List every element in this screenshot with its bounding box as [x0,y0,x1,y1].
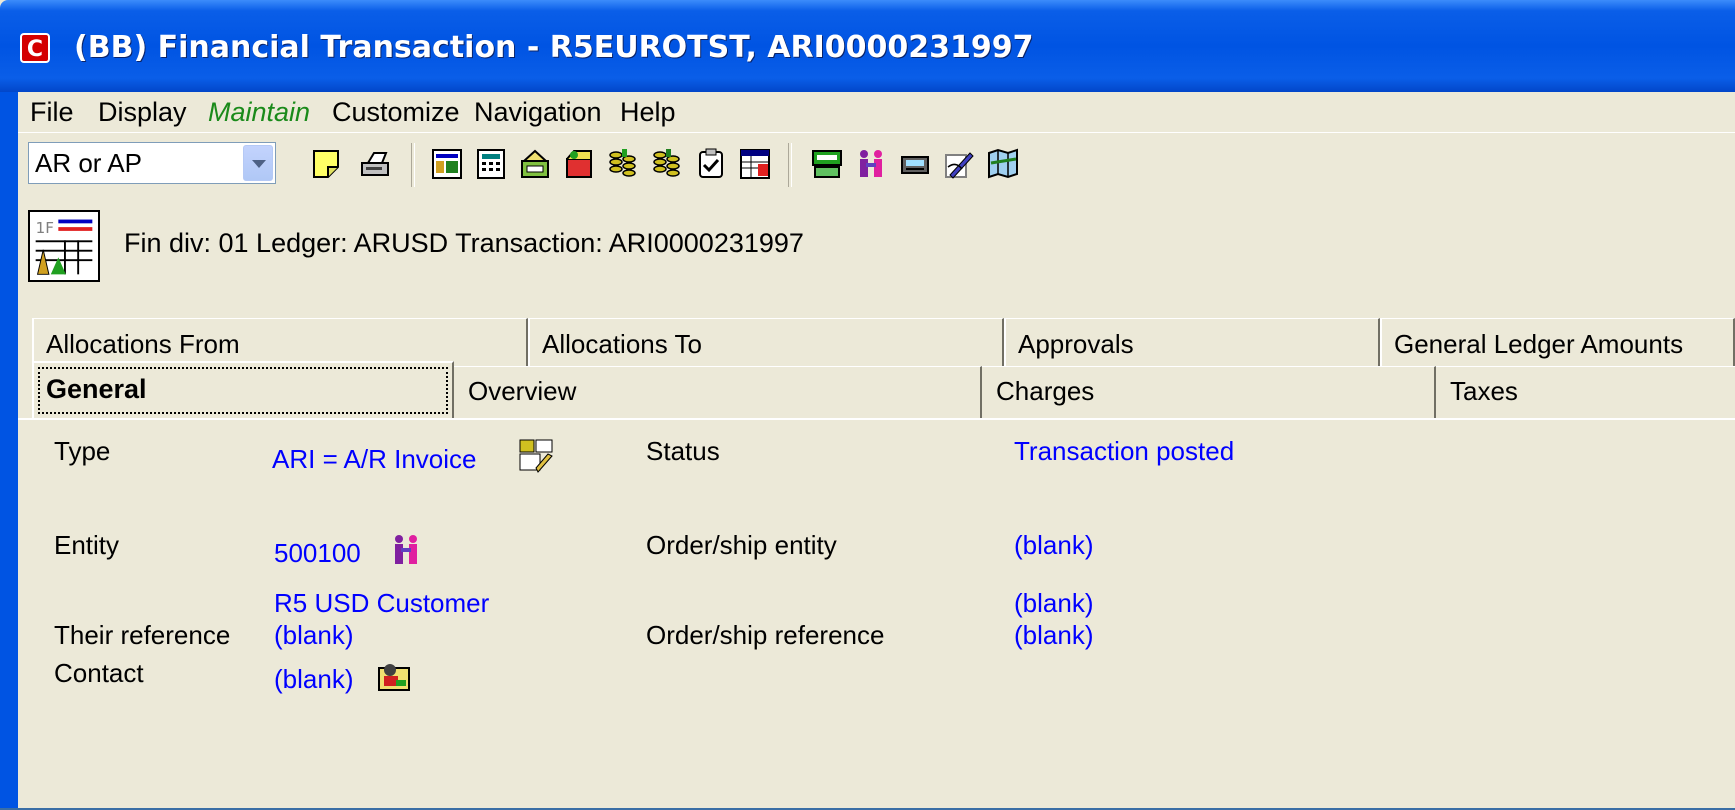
note-icon[interactable] [310,147,344,181]
menu-bar: File Display Maintain Customize Navigati… [18,92,1735,132]
tab-allocations-from-label: Allocations From [46,329,240,359]
svg-text:1F: 1F [36,219,54,237]
financial-document-icon: 1F [28,210,100,282]
report-icon[interactable] [430,147,464,181]
menu-maintain[interactable]: Maintain [208,92,310,132]
tab-taxes-label: Taxes [1450,376,1518,406]
transaction-header: 1F Fin div: 01 Ledger: ARUSD Transaction… [18,192,1735,302]
their-reference-label: Their reference [54,620,231,650]
map-icon[interactable] [986,147,1020,181]
transaction-type-icon[interactable] [518,438,554,474]
tab-general-label: General [38,367,448,414]
general-tab-panel: Type ARI = A/R Invoice Status Transactio… [18,418,1735,810]
calculator-icon[interactable] [474,147,508,181]
menu-navigation[interactable]: Navigation [474,92,602,132]
tab-general-ledger-amounts-label: General Ledger Amounts [1394,329,1684,359]
entity-people-icon[interactable] [388,532,424,568]
app-window: C (BB) Financial Transaction - R5EUROTST… [0,0,1735,808]
spreadsheet-icon[interactable] [738,147,772,181]
order-ship-entity-value: (blank) [1014,530,1094,560]
entity-label: Entity [54,530,120,560]
order-ship-reference-value: (blank) [1014,620,1094,650]
tab-charges[interactable]: Charges [982,366,1436,418]
box-icon[interactable] [562,147,596,181]
people-icon[interactable] [854,147,888,181]
tab-general-ledger-amounts[interactable]: General Ledger Amounts [1380,318,1735,368]
cash-register-icon[interactable] [518,147,552,181]
tab-overview-label: Overview [468,376,577,406]
print-icon[interactable] [358,147,392,181]
tab-approvals[interactable]: Approvals [1004,318,1380,368]
tab-general[interactable]: General [32,361,454,418]
coins-alt-icon[interactable] [650,147,684,181]
coins-icon[interactable] [606,147,640,181]
toolbar: AR or AP [18,132,1735,193]
type-value[interactable]: ARI = A/R Invoice [272,444,476,475]
order-ship-entity-label: Order/ship entity [646,530,837,560]
contact-card-icon[interactable] [376,658,412,694]
app-logo-icon[interactable]: C [20,33,50,63]
window-title: (BB) Financial Transaction - R5EUROTST, … [74,30,1034,65]
pen-icon[interactable] [942,147,976,181]
contact-label: Contact [54,658,144,688]
tab-approvals-label: Approvals [1018,329,1134,359]
terminal-icon[interactable] [810,147,844,181]
menu-help[interactable]: Help [620,92,676,132]
menu-customize[interactable]: Customize [332,92,460,132]
tab-overview[interactable]: Overview [454,366,982,418]
tab-taxes[interactable]: Taxes [1436,366,1735,418]
tab-allocations-to[interactable]: Allocations To [528,318,1004,368]
transaction-summary: Fin div: 01 Ledger: ARUSD Transaction: A… [124,228,804,258]
status-label: Status [646,436,720,466]
title-bar[interactable]: C (BB) Financial Transaction - R5EUROTST… [0,0,1735,92]
toolbar-separator [788,143,792,187]
menu-display[interactable]: Display [98,92,187,132]
checklist-icon[interactable] [694,147,728,181]
status-value: Transaction posted [1014,436,1235,466]
order-ship-reference-label: Order/ship reference [646,620,885,650]
contact-value: (blank) [274,664,354,694]
entity-value[interactable]: 500100 [274,538,361,569]
tab-allocations-to-label: Allocations To [542,329,702,359]
menu-file[interactable]: File [30,92,74,132]
toolbar-separator [411,143,415,187]
tab-charges-label: Charges [996,376,1095,406]
their-reference-value: (blank) [274,620,354,650]
ledger-type-select[interactable]: AR or AP [28,142,276,184]
chevron-down-icon[interactable] [243,145,273,181]
card-reader-icon[interactable] [898,147,932,181]
type-label: Type [54,436,111,466]
entity-name: R5 USD Customer [274,588,490,618]
window-frame-left [0,92,18,808]
ledger-type-value: AR or AP [35,148,142,178]
order-ship-entity-name: (blank) [1014,588,1094,618]
